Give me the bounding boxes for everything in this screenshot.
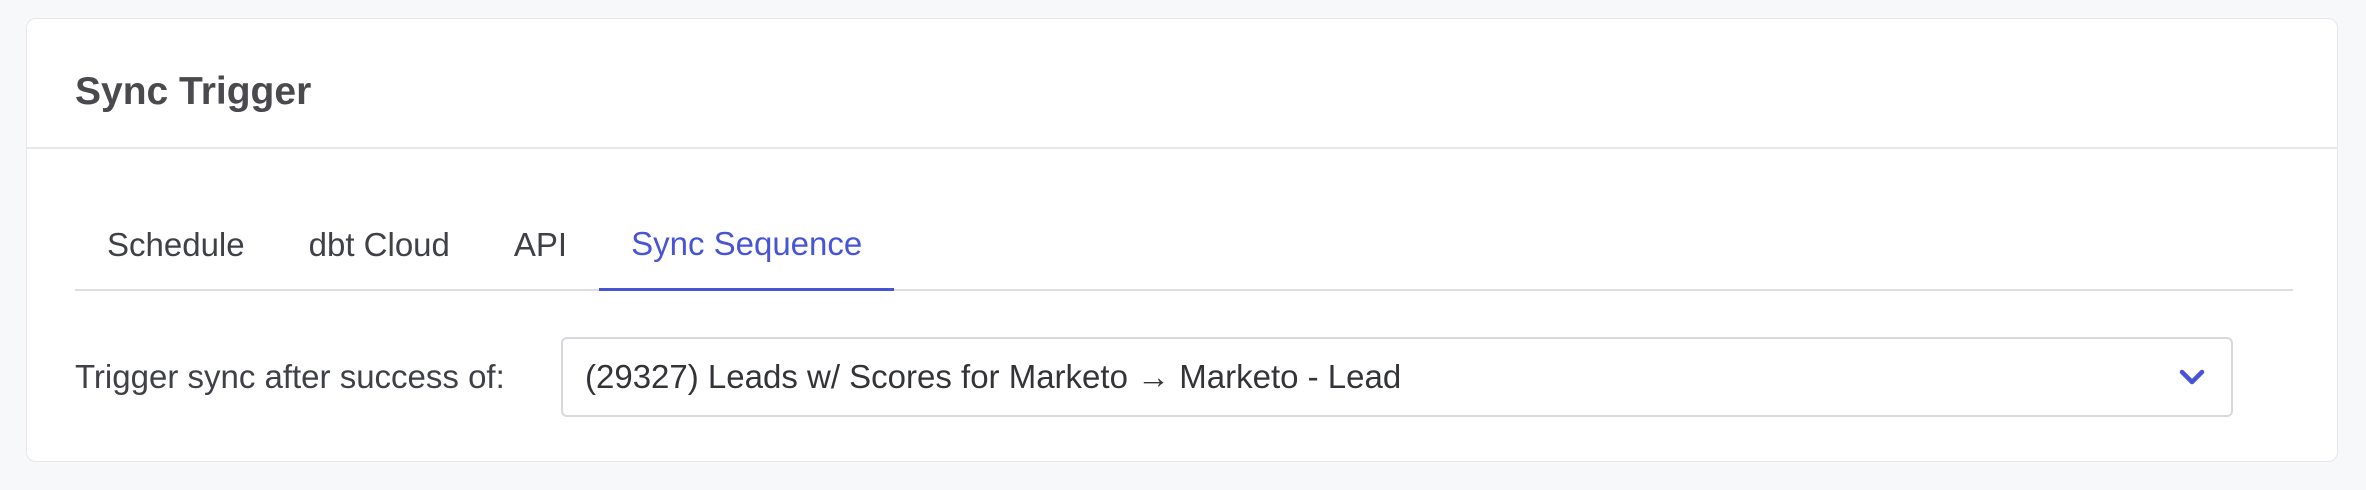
sync-select-dropdown[interactable]: (29327) Leads w/ Scores for Marketo → Ma… [561,337,2233,417]
tab-schedule[interactable]: Schedule [75,199,277,291]
chevron-down-icon-svg [2179,369,2205,385]
tab-api[interactable]: API [482,199,599,291]
chevron-down-icon[interactable] [2177,362,2207,392]
tab-sync-sequence[interactable]: Sync Sequence [599,199,895,291]
tab-dbt-cloud[interactable]: dbt Cloud [277,199,482,291]
card-title: Sync Trigger [75,70,312,113]
selected-sync-value: (29327) Leads w/ Scores for Marketo → Ma… [585,358,1402,395]
trigger-label: Trigger sync after success of: [75,358,505,395]
trigger-row: Trigger sync after success of: (29327) L… [75,337,2235,417]
card-header: Sync Trigger [27,19,2337,149]
trigger-tabs: Schedule dbt Cloud API Sync Sequence [75,199,2293,291]
sync-trigger-card: Sync Trigger Schedule dbt Cloud API Sync… [26,18,2338,462]
